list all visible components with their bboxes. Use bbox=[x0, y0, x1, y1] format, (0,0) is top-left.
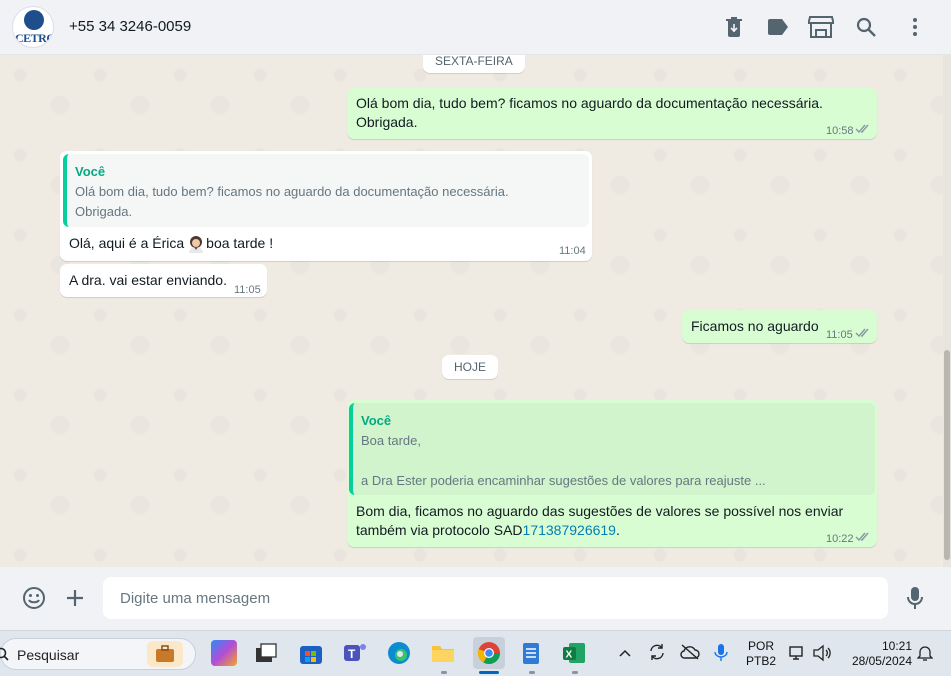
quote-text: Boa tarde, a Dra Ester poderia encaminha… bbox=[361, 433, 766, 488]
cetro-logo-icon bbox=[24, 10, 44, 30]
quoted-message[interactable]: Você Olá bom dia, tudo bem? ficamos no a… bbox=[63, 154, 589, 227]
message-bubble-outgoing[interactable]: Olá bom dia, tudo bem? ficamos no aguard… bbox=[347, 88, 877, 139]
teams-icon[interactable]: T bbox=[342, 640, 368, 666]
message-input-placeholder: Digite uma mensagem bbox=[120, 590, 271, 607]
message-composer: Digite uma mensagem bbox=[0, 567, 951, 630]
message-text: Bom dia, ficamos no aguardo das sugestõe… bbox=[356, 503, 844, 538]
quote-author: Você bbox=[75, 164, 106, 179]
language-indicator[interactable]: POR PTB2 bbox=[745, 639, 777, 669]
clock[interactable]: 10:21 28/05/2024 bbox=[842, 639, 912, 669]
notification-bell-icon[interactable] bbox=[916, 644, 934, 667]
quoted-message[interactable]: Você Boa tarde, a Dra Ester poderia enca… bbox=[349, 403, 875, 495]
network-icon[interactable] bbox=[788, 644, 806, 667]
message-text: Olá bom dia, tudo bem? ficamos no aguard… bbox=[356, 95, 823, 130]
read-ticks-icon bbox=[855, 124, 869, 134]
message-bubble-incoming[interactable]: Você Olá bom dia, tudo bem? ficamos no a… bbox=[60, 151, 592, 261]
label-icon[interactable] bbox=[765, 14, 791, 40]
read-ticks-icon bbox=[855, 532, 869, 542]
microsoft-store-icon[interactable] bbox=[298, 640, 324, 666]
message-bubble-outgoing[interactable]: Ficamos no aguardo 11:05 bbox=[682, 310, 877, 343]
running-indicator bbox=[441, 671, 447, 674]
read-ticks-icon bbox=[855, 328, 869, 338]
message-time: 11:04 bbox=[559, 245, 586, 257]
store-icon[interactable] bbox=[808, 14, 834, 40]
file-explorer-icon[interactable] bbox=[430, 640, 456, 666]
active-indicator bbox=[479, 671, 499, 674]
running-indicator bbox=[529, 671, 535, 674]
message-bubble-outgoing[interactable]: Você Boa tarde, a Dra Ester poderia enca… bbox=[347, 400, 877, 547]
microphone-tray-icon[interactable] bbox=[714, 643, 728, 668]
search-icon[interactable] bbox=[853, 14, 879, 40]
notepad-icon[interactable] bbox=[518, 640, 544, 666]
search-icon bbox=[0, 647, 9, 661]
emoji-icon[interactable] bbox=[20, 584, 48, 612]
woman-emoji-icon bbox=[187, 235, 205, 253]
chevron-up-icon[interactable] bbox=[618, 645, 632, 663]
menu-icon[interactable] bbox=[902, 14, 928, 40]
protocol-link[interactable]: 171387926619 bbox=[523, 522, 616, 538]
scrollbar-thumb[interactable] bbox=[944, 350, 950, 560]
volume-icon[interactable] bbox=[812, 644, 832, 667]
delete-icon[interactable] bbox=[721, 14, 747, 40]
taskbar-search[interactable]: Pesquisar bbox=[0, 638, 196, 670]
message-time: 10:22 bbox=[826, 533, 854, 545]
quote-text: Olá bom dia, tudo bem? ficamos no aguard… bbox=[75, 184, 509, 219]
plus-icon[interactable] bbox=[61, 584, 89, 612]
message-time: 11:05 bbox=[826, 329, 853, 341]
running-indicator bbox=[572, 671, 578, 674]
excel-icon[interactable]: X bbox=[561, 640, 587, 666]
chat-scrollbar[interactable] bbox=[943, 55, 951, 567]
message-list[interactable]: SEXTA-FEIRA Olá bom dia, tudo bem? ficam… bbox=[0, 55, 943, 567]
cloud-off-icon[interactable] bbox=[680, 644, 700, 665]
svg-text:X: X bbox=[566, 650, 573, 661]
copilot-app-icon[interactable] bbox=[211, 640, 237, 666]
message-text: Ficamos no aguardo bbox=[691, 318, 819, 334]
taskbar-search-placeholder: Pesquisar bbox=[17, 647, 80, 663]
contact-avatar[interactable]: CETRO bbox=[12, 6, 54, 48]
chat-header: CETRO +55 34 3246-0059 bbox=[0, 0, 951, 55]
quote-author: Você bbox=[361, 413, 392, 428]
svg-text:T: T bbox=[348, 647, 356, 661]
task-view-icon[interactable] bbox=[253, 640, 279, 666]
date-chip: SEXTA-FEIRA bbox=[423, 55, 525, 73]
message-time: 11:05 bbox=[234, 284, 261, 296]
message-text: Olá, aqui é a Érica boa tarde ! bbox=[69, 235, 274, 253]
edge-browser-icon[interactable] bbox=[386, 640, 412, 666]
contact-name[interactable]: +55 34 3246-0059 bbox=[69, 18, 191, 35]
date-chip: HOJE bbox=[442, 355, 499, 379]
message-input[interactable]: Digite uma mensagem bbox=[103, 577, 888, 619]
sync-icon[interactable] bbox=[648, 643, 666, 666]
message-time: 10:58 bbox=[826, 125, 854, 137]
chrome-icon[interactable] bbox=[473, 637, 505, 669]
briefcase-icon bbox=[147, 641, 183, 667]
message-text: A dra. vai estar enviando. bbox=[69, 272, 227, 288]
avatar-logo-text: CETRO bbox=[15, 31, 54, 45]
windows-taskbar: Pesquisar T X POR PTB2 10:21 28/05/2024 bbox=[0, 630, 951, 676]
message-bubble-incoming[interactable]: A dra. vai estar enviando. 11:05 bbox=[60, 264, 267, 297]
microphone-icon[interactable] bbox=[901, 584, 929, 612]
